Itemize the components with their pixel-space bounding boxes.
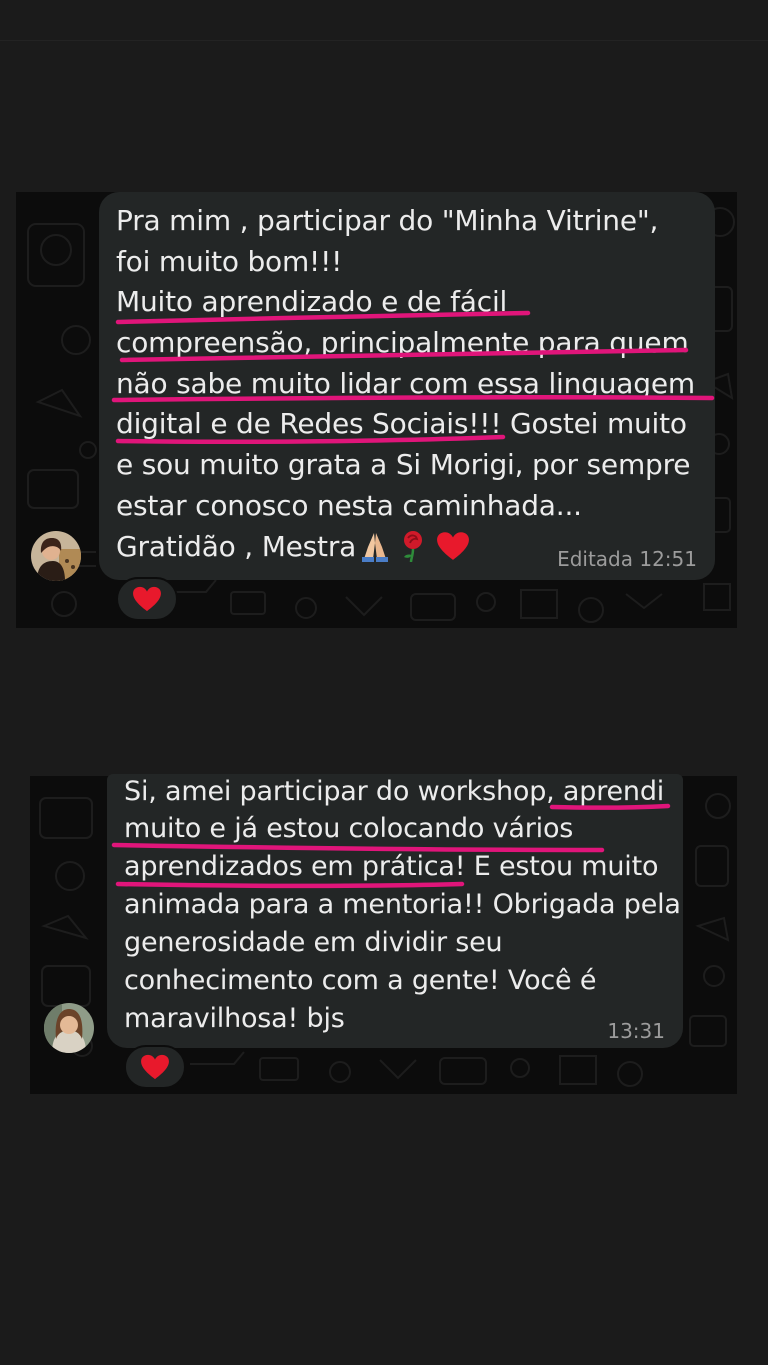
message-timestamp: 13:31 (607, 1019, 665, 1043)
message-line: generosidade em dividir seu (124, 927, 503, 958)
message-line: Pra mim , participar do "Minha Vitrine", (116, 204, 659, 237)
rose-icon (404, 531, 423, 563)
avatar[interactable] (31, 531, 81, 581)
message-line: Si, amei participar do workshop, aprendi (124, 776, 665, 807)
message-bubble-1[interactable]: Pra mim , participar do "Minha Vitrine",… (99, 192, 715, 580)
message-line: Muito aprendizado e de fácil (116, 285, 508, 318)
message-line: compreensão, principalmente para quem (116, 326, 689, 359)
red-heart-icon (133, 586, 161, 612)
message-line: maravilhosa! bjs (124, 1003, 345, 1034)
red-heart-icon (141, 1054, 169, 1080)
reaction-badge[interactable] (124, 1045, 186, 1089)
message-line: conhecimento com a gente! Você é (124, 965, 597, 996)
message-timestamp: Editada 12:51 (557, 547, 697, 571)
message-line: aprendizados em prática! E estou muito (124, 851, 659, 882)
message-line: não sabe muito lidar com essa linguagem (116, 367, 695, 400)
message-line: Gratidão , Mestra (116, 529, 357, 563)
message-line: e sou muito grata a Si Morigi, por sempr… (116, 448, 691, 481)
red-heart-icon (437, 532, 470, 560)
message-bubble-2[interactable]: Si, amei participar do workshop, aprendi… (107, 774, 683, 1048)
message-line: muito e já estou colocando vários (124, 813, 574, 844)
status-divider (0, 40, 768, 41)
message-line: digital e de Redes Sociais!!! Gostei mui… (116, 407, 687, 440)
folded-hands-icon (362, 533, 389, 562)
avatar[interactable] (44, 1003, 94, 1053)
message-line: animada para a mentoria!! Obrigada pela (124, 889, 681, 920)
message-line: foi muito bom!!! (116, 245, 343, 278)
reaction-badge[interactable] (116, 577, 178, 621)
message-last-line: Gratidão , Mestra (116, 529, 470, 563)
message-line: estar conosco nesta caminhada... (116, 489, 582, 522)
